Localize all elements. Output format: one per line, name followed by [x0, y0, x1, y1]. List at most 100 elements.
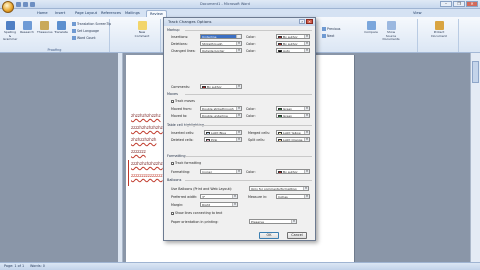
comments-group: New Comment	[111, 19, 161, 52]
new-comment-button[interactable]: New Comment	[133, 21, 151, 38]
moved-to-select[interactable]: Double underline	[200, 113, 242, 118]
lock-icon	[434, 21, 444, 30]
deletions-select[interactable]: Strikethrough	[200, 41, 242, 46]
track-changes-options-dialog: Track Changes Options ? ✕ Markup Inserti…	[163, 17, 316, 241]
changed-lines-select[interactable]: Outside border	[200, 48, 242, 53]
undo-icon[interactable]	[23, 2, 28, 7]
scrollbar-thumb[interactable]	[472, 61, 479, 83]
show-source-button[interactable]: Show Source Documents	[382, 21, 400, 42]
insertions-color-select[interactable]: By author	[276, 34, 310, 39]
moved-from-label: Moved from:	[171, 107, 192, 111]
deleted-cells-select[interactable]: Pink	[204, 137, 242, 142]
margin-label: Margin:	[171, 203, 184, 207]
split-cells-select[interactable]: Light Orange	[276, 137, 310, 142]
tab-references[interactable]: References	[98, 10, 124, 17]
compare-button[interactable]: Compare	[362, 21, 380, 35]
spelling-icon	[5, 21, 15, 30]
moved-to-color-select[interactable]: Green	[276, 113, 310, 118]
spelling-button[interactable]: Spelling & Grammar	[3, 21, 17, 42]
deleted-cells-label: Deleted cells:	[171, 138, 194, 142]
comments-color-select[interactable]: By author	[200, 84, 242, 89]
insertions-select[interactable]: Underline	[200, 34, 242, 39]
ribbon-tabs: Home Insert Page Layout References Maili…	[0, 9, 480, 17]
paper-orientation-select[interactable]: Preserve	[249, 219, 297, 224]
protect-document-button[interactable]: Protect Document	[429, 21, 449, 38]
color-swatch-icon	[278, 107, 282, 110]
inserted-cells-select[interactable]: Light Blue	[204, 130, 242, 135]
preferred-width-input[interactable]: 3"	[200, 194, 238, 199]
previous-button[interactable]: Previous	[322, 27, 340, 31]
research-icon	[22, 21, 32, 30]
deletions-color-label: Color:	[246, 42, 256, 46]
tab-view[interactable]: View	[410, 10, 425, 17]
protect-group: Protect Document	[419, 19, 459, 52]
split-cells-label: Split cells:	[248, 138, 265, 142]
formatting-color-select[interactable]: By author	[276, 169, 310, 174]
translation-screentip-button[interactable]: Translation ScreenTip	[72, 22, 111, 26]
word-count-icon	[72, 36, 76, 40]
save-icon[interactable]	[16, 2, 21, 7]
doc-line[interactable]: zzzzhzhzhzhzhz	[131, 125, 163, 130]
proofing-group: Spelling & Grammar Research Thesaurus Tr…	[0, 19, 111, 52]
translate-icon	[56, 21, 66, 30]
next-button[interactable]: Next	[322, 34, 334, 38]
moved-from-color-select[interactable]: Green	[276, 106, 310, 111]
help-button[interactable]: ?	[299, 19, 305, 24]
doc-line[interactable]: zhzzhzhzhzzhz	[131, 113, 161, 118]
track-moves-checkbox[interactable]: ✓Track moves	[171, 99, 195, 103]
changed-lines-label: Changed lines:	[171, 49, 196, 53]
tab-review[interactable]: Review	[146, 10, 167, 17]
merged-cells-select[interactable]: Light Yellow	[276, 130, 310, 135]
title-bar: Document1 - Microsoft Word – ❐ ✕	[0, 0, 480, 9]
measure-in-label: Measure in:	[248, 195, 268, 199]
thesaurus-button[interactable]: Thesaurus	[37, 21, 53, 35]
set-language-button[interactable]: Set Language	[72, 29, 99, 33]
show-source-icon	[386, 21, 396, 30]
moved-to-label: Moved to:	[171, 114, 188, 118]
word-count[interactable]: Words: 0	[30, 263, 45, 270]
close-window-button[interactable]: ✕	[466, 1, 478, 7]
checkbox-checked-icon: ✓	[171, 99, 175, 104]
language-icon	[72, 29, 76, 33]
deletions-color-select[interactable]: By author	[276, 41, 310, 46]
show-lines-checkbox[interactable]: ✓Show lines connecting to text	[171, 211, 222, 215]
formatting-color-label: Color:	[246, 170, 256, 174]
office-button[interactable]	[2, 1, 14, 13]
use-balloons-select[interactable]: Only for comments/formatting	[249, 186, 309, 191]
changed-lines-color-select[interactable]: Auto	[276, 48, 310, 53]
tab-insert[interactable]: Insert	[52, 10, 68, 17]
vertical-scrollbar[interactable]	[470, 53, 480, 262]
research-button[interactable]: Research	[20, 21, 34, 35]
page-count[interactable]: Page: 1 of 1	[4, 263, 24, 270]
changed-lines-color-label: Color:	[246, 49, 256, 53]
previous-icon	[322, 27, 326, 31]
quick-access-toolbar	[16, 2, 35, 7]
window-title: Document1 - Microsoft Word	[200, 2, 250, 6]
restore-button[interactable]: ❐	[453, 1, 465, 7]
vertical-ruler	[118, 53, 123, 262]
checkbox-checked-icon: ✓	[171, 211, 175, 216]
tab-mailings[interactable]: Mailings	[122, 10, 143, 17]
measure-in-select[interactable]: Inches	[276, 194, 310, 199]
dialog-close-button[interactable]: ✕	[306, 19, 313, 24]
redo-icon[interactable]	[30, 2, 35, 7]
formatting-select[interactable]: (none)	[200, 169, 242, 174]
doc-line[interactable]: zzzzzzzzzzzzzzz	[131, 173, 163, 178]
cancel-button[interactable]: Cancel	[287, 232, 307, 239]
track-formatting-checkbox[interactable]: ✓Track formatting	[171, 161, 201, 165]
doc-line[interactable]: zhzhzzhzhzh	[131, 137, 156, 142]
color-swatch-icon	[278, 131, 282, 134]
window-controls: – ❐ ✕	[440, 1, 478, 7]
doc-line[interactable]: zzzhzhzhzhzzhz	[131, 161, 163, 166]
paper-orientation-label: Paper orientation in printing:	[171, 220, 219, 224]
ok-button[interactable]: OK	[259, 232, 279, 239]
doc-line[interactable]: zzzzzzz	[131, 149, 146, 154]
margin-select[interactable]: Right	[200, 202, 238, 207]
status-bar: Page: 1 of 1 Words: 0	[0, 262, 480, 270]
translate-button[interactable]: Translate	[54, 21, 68, 35]
tab-page-layout[interactable]: Page Layout	[72, 10, 100, 17]
tab-home[interactable]: Home	[34, 10, 51, 17]
word-count-button[interactable]: Word Count	[72, 36, 96, 40]
minimize-button[interactable]: –	[440, 1, 452, 7]
moved-from-select[interactable]: Double strikethrough	[200, 106, 242, 111]
